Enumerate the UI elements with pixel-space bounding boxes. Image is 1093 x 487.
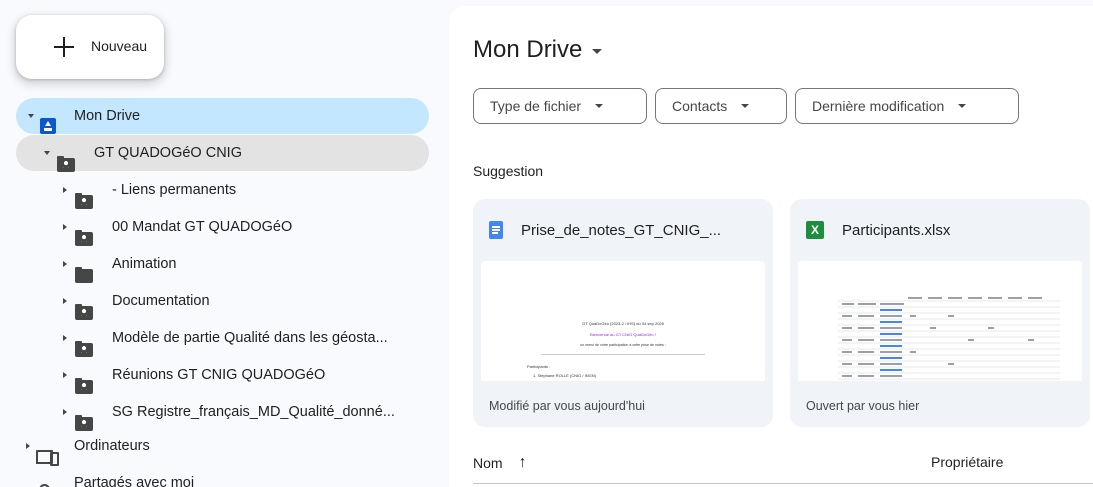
- suggested-file-card[interactable]: Prise_de_notes_GT_CNIG_... GT QuaDoGéo (…: [473, 199, 773, 427]
- expand-arrow-icon[interactable]: [63, 261, 67, 267]
- shared-folder-icon: [57, 156, 75, 172]
- computer-icon: [36, 450, 59, 466]
- sidebar-item-label: Partagés avec moi: [74, 475, 195, 487]
- filter-modified-button[interactable]: Dernière modification: [795, 88, 1019, 124]
- sidebar-item-label: Documentation: [112, 293, 210, 309]
- card-title: Prise_de_notes_GT_CNIG_...: [521, 221, 722, 239]
- preview-divider: [541, 354, 705, 355]
- filter-label: Type de fichier: [490, 98, 582, 114]
- shared-folder-icon: [75, 341, 93, 357]
- main-content: Mon Drive Type de fichier Contacts Derni…: [449, 6, 1093, 487]
- new-button-label: Nouveau: [91, 38, 148, 54]
- sidebar-item-shared-with-me[interactable]: Partagés avec moi: [16, 465, 429, 487]
- document-thumbnail: GT QuaDoGéo (2023-2 / IHS) du 04 sep 202…: [481, 261, 765, 381]
- expand-arrow-icon[interactable]: [28, 114, 34, 118]
- page-title-text: Mon Drive: [473, 36, 583, 63]
- spreadsheet-thumbnail: [798, 261, 1082, 381]
- sidebar-folder-gt-quadogeo[interactable]: GT QUADOGéO CNIG: [16, 135, 429, 172]
- chevron-down-icon: [741, 104, 750, 108]
- expand-arrow-icon[interactable]: [63, 335, 67, 341]
- preview-line: 1. Stéphane ROLLE (CNIG / INGN): [533, 373, 596, 378]
- sidebar-folder[interactable]: 00 Mandat GT QUADOGéO: [16, 209, 429, 246]
- sidebar-item-label: SG Registre_français_MD_Qualité_donné...: [112, 404, 395, 420]
- shared-folder-icon: [75, 230, 93, 246]
- card-activity: Ouvert par vous hier: [806, 399, 920, 413]
- chevron-down-icon: [592, 48, 603, 54]
- preview-line: Bienvenue au GT CNIG QuaDoGéo !: [590, 332, 656, 337]
- shared-folder-icon: [75, 304, 93, 320]
- sidebar-item-label: - Liens permanents: [112, 182, 237, 198]
- sidebar-item-label: GT QUADOGéO CNIG: [94, 145, 242, 161]
- filter-contacts-button[interactable]: Contacts: [655, 88, 787, 124]
- new-button[interactable]: Nouveau: [16, 15, 164, 79]
- folder-icon: [75, 267, 93, 283]
- preview-line: un merci de votre participation à cette …: [580, 343, 666, 347]
- suggestion-heading: Suggestion: [473, 163, 544, 179]
- expand-arrow-icon[interactable]: [44, 151, 50, 155]
- owner-column-header[interactable]: Propriétaire: [931, 454, 1003, 470]
- sort-arrow-icon[interactable]: ↑: [519, 454, 527, 472]
- name-column-header[interactable]: Nom ↑: [473, 454, 527, 472]
- google-docs-icon: [489, 221, 503, 239]
- sidebar-folder[interactable]: Modèle de partie Qualité dans les géosta…: [16, 320, 429, 357]
- sidebar: Nouveau Mon Drive GT QUADOGéO CNIG - Lie…: [0, 0, 440, 487]
- sidebar-item-label: 00 Mandat GT QUADOGéO: [112, 219, 293, 235]
- filter-label: Dernière modification: [812, 98, 945, 114]
- sidebar-item-label: Mon Drive: [74, 108, 141, 124]
- preview-line: GT QuaDoGéo (2023-2 / IHS) du 04 sep 202…: [582, 321, 664, 326]
- expand-arrow-icon[interactable]: [63, 187, 67, 193]
- expand-arrow-icon[interactable]: [26, 443, 30, 449]
- sidebar-item-computers[interactable]: Ordinateurs: [16, 428, 429, 466]
- suggested-file-card[interactable]: X Participants.xlsx Ouvert par vous hier: [790, 199, 1090, 427]
- card-activity: Modifié par vous aujourd'hui: [489, 399, 645, 413]
- sidebar-folder[interactable]: SG Registre_français_MD_Qualité_donné...: [16, 394, 429, 431]
- divider: [473, 483, 1093, 484]
- column-label: Nom: [473, 455, 503, 471]
- shared-folder-icon: [75, 193, 93, 209]
- sidebar-item-label: Modèle de partie Qualité dans les géosta…: [112, 330, 388, 346]
- expand-arrow-icon[interactable]: [63, 224, 67, 230]
- preview-line: Participants :: [527, 364, 551, 369]
- page-title[interactable]: Mon Drive: [473, 36, 603, 64]
- filter-label: Contacts: [672, 98, 728, 114]
- sidebar-folder[interactable]: Animation: [16, 246, 429, 283]
- expand-arrow-icon[interactable]: [63, 372, 67, 378]
- sidebar-item-label: Ordinateurs: [74, 438, 150, 454]
- my-drive-icon: [40, 118, 56, 134]
- shared-folder-icon: [75, 378, 93, 394]
- sidebar-item-label: Réunions GT CNIG QUADOGéO: [112, 367, 326, 383]
- sidebar-folder[interactable]: Réunions GT CNIG QUADOGéO: [16, 357, 429, 394]
- sidebar-item-my-drive[interactable]: Mon Drive: [16, 98, 429, 134]
- card-title: Participants.xlsx: [842, 221, 951, 239]
- sidebar-folder[interactable]: - Liens permanents: [16, 172, 429, 209]
- sidebar-item-label: Animation: [112, 256, 177, 272]
- excel-icon: X: [806, 221, 824, 239]
- chevron-down-icon: [595, 104, 604, 108]
- sidebar-folder[interactable]: Documentation: [16, 283, 429, 320]
- chevron-down-icon: [958, 104, 967, 108]
- filter-type-button[interactable]: Type de fichier: [473, 88, 647, 124]
- plus-icon: [54, 37, 74, 57]
- expand-arrow-icon[interactable]: [63, 409, 67, 415]
- expand-arrow-icon[interactable]: [63, 298, 67, 304]
